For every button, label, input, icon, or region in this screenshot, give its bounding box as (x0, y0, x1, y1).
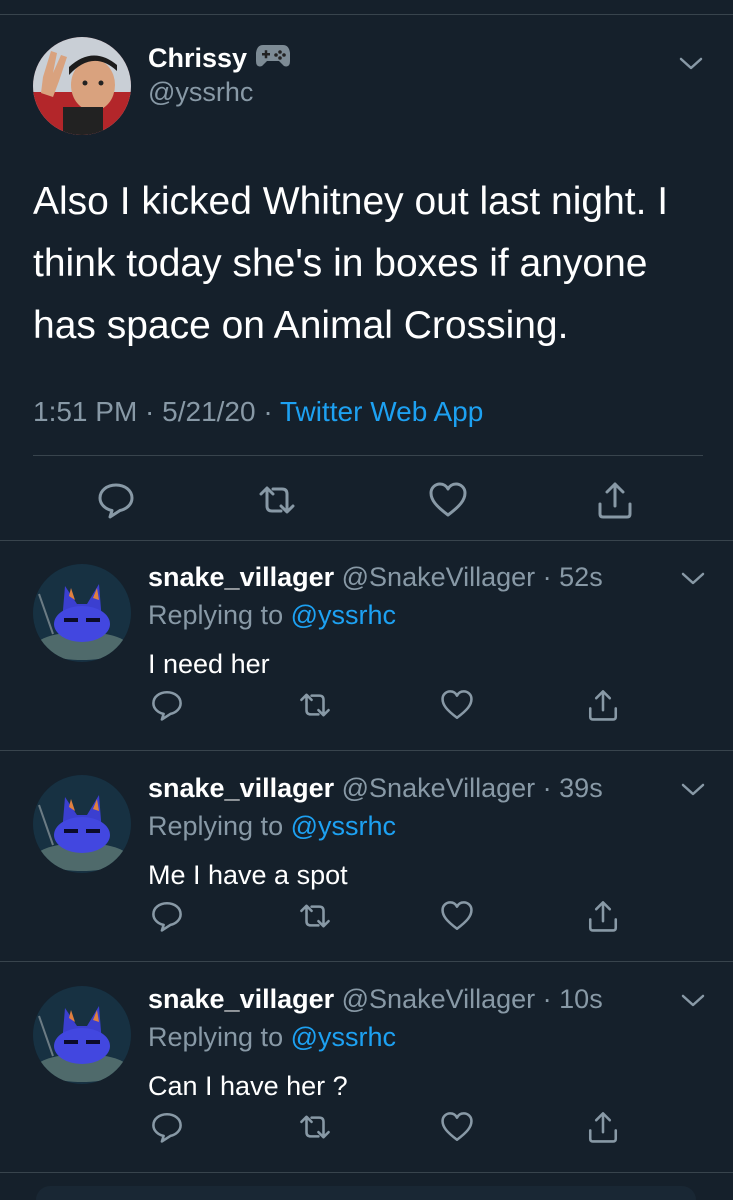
share-icon (588, 1112, 618, 1143)
share-button[interactable] (595, 480, 635, 520)
avatar-photo (33, 37, 131, 135)
replying-to-label: Replying to (148, 811, 291, 841)
tweet-source-link[interactable]: Twitter Web App (280, 396, 483, 427)
reply-author-handle[interactable]: @SnakeVillager · 10s (334, 984, 603, 1014)
reply-text: I need her (148, 649, 270, 679)
replying-to-mention[interactable]: @yssrhc (291, 600, 396, 630)
reply-author-name[interactable]: snake_villager (148, 984, 334, 1014)
tweet-divider (0, 1172, 733, 1173)
avatar-snake-icon (33, 986, 131, 1084)
like-button[interactable] (428, 480, 468, 520)
chevron-down-icon[interactable] (680, 570, 706, 588)
author-handle[interactable]: @yssrhc (148, 77, 253, 108)
reply-header: snake_villager @SnakeVillager · 39s (148, 773, 603, 804)
replying-to-mention[interactable]: @yssrhc (291, 811, 396, 841)
tweet-actions (0, 480, 733, 520)
avatar[interactable] (33, 775, 131, 873)
retweet-icon (300, 693, 330, 717)
tweet-text: Also I kicked Whitney out last night. I … (33, 180, 669, 347)
reply-tweet[interactable]: snake_villager @SnakeVillager · 39s Repl… (0, 751, 733, 961)
reply-button[interactable] (96, 480, 136, 520)
replying-to-label: Replying to (148, 600, 291, 630)
reply-author-name[interactable]: snake_villager (148, 562, 334, 592)
reply-icon (152, 901, 182, 932)
tweet-thread-page: Chrissy @yssrhc Also I kicked Whitney ou… (0, 0, 733, 1200)
reply-button[interactable] (147, 1107, 187, 1147)
avatar[interactable] (33, 564, 131, 662)
reply-icon (152, 690, 182, 721)
replying-to: Replying to @yssrhc (148, 811, 396, 842)
author-name[interactable]: Chrissy (148, 41, 291, 76)
tweet-timestamp[interactable]: 1:51 PM · 5/21/20 · (33, 396, 280, 427)
share-icon (598, 482, 632, 519)
avatar[interactable] (33, 37, 131, 135)
retweet-icon (259, 486, 295, 514)
reply-button[interactable] (147, 896, 187, 936)
avatar-snake-icon (33, 775, 131, 873)
avatar-snake-icon (33, 564, 131, 662)
heart-icon (441, 901, 473, 931)
reply-compose-bar[interactable] (36, 1186, 696, 1200)
reply-icon (152, 1112, 182, 1143)
like-button[interactable] (437, 896, 477, 936)
reply-actions (0, 685, 733, 725)
replying-to-label: Replying to (148, 1022, 291, 1052)
chevron-down-icon[interactable] (680, 781, 706, 799)
retweet-button[interactable] (295, 1107, 335, 1147)
heart-icon (441, 1112, 473, 1142)
chevron-down-icon[interactable] (678, 55, 704, 73)
retweet-button[interactable] (257, 480, 297, 520)
reply-icon (98, 483, 134, 519)
reply-actions (0, 1107, 733, 1147)
retweet-icon (300, 904, 330, 928)
replying-to-mention[interactable]: @yssrhc (291, 1022, 396, 1052)
like-button[interactable] (437, 685, 477, 725)
reply-header: snake_villager @SnakeVillager · 52s (148, 562, 603, 593)
replying-to: Replying to @yssrhc (148, 600, 396, 631)
reply-actions (0, 896, 733, 936)
reply-button[interactable] (147, 685, 187, 725)
heart-icon (441, 690, 473, 720)
share-icon (588, 901, 618, 932)
retweet-icon (300, 1115, 330, 1139)
reply-author-handle[interactable]: @SnakeVillager · 39s (334, 773, 603, 803)
reply-header: snake_villager @SnakeVillager · 10s (148, 984, 603, 1015)
share-button[interactable] (583, 685, 623, 725)
reply-text: Me I have a spot (148, 860, 348, 890)
reply-author-name[interactable]: snake_villager (148, 773, 334, 803)
main-tweet: Chrissy @yssrhc Also I kicked Whitney ou… (0, 15, 733, 540)
retweet-button[interactable] (295, 896, 335, 936)
avatar[interactable] (33, 986, 131, 1084)
tweet-meta: 1:51 PM · 5/21/20 · Twitter Web App (33, 396, 483, 428)
meta-divider (33, 455, 703, 456)
share-button[interactable] (583, 1107, 623, 1147)
reply-author-handle[interactable]: @SnakeVillager · 52s (334, 562, 603, 592)
reply-text: Can I have her ? (148, 1071, 348, 1101)
retweet-button[interactable] (295, 685, 335, 725)
gamepad-icon (255, 41, 291, 76)
author-name-text: Chrissy (148, 43, 248, 73)
share-icon (588, 690, 618, 721)
replying-to: Replying to @yssrhc (148, 1022, 396, 1053)
like-button[interactable] (437, 1107, 477, 1147)
chevron-down-icon[interactable] (680, 992, 706, 1010)
reply-tweet[interactable]: snake_villager @SnakeVillager · 10s Repl… (0, 962, 733, 1172)
heart-icon (429, 482, 467, 517)
share-button[interactable] (583, 896, 623, 936)
reply-tweet[interactable]: snake_villager @SnakeVillager · 52s Repl… (0, 540, 733, 750)
